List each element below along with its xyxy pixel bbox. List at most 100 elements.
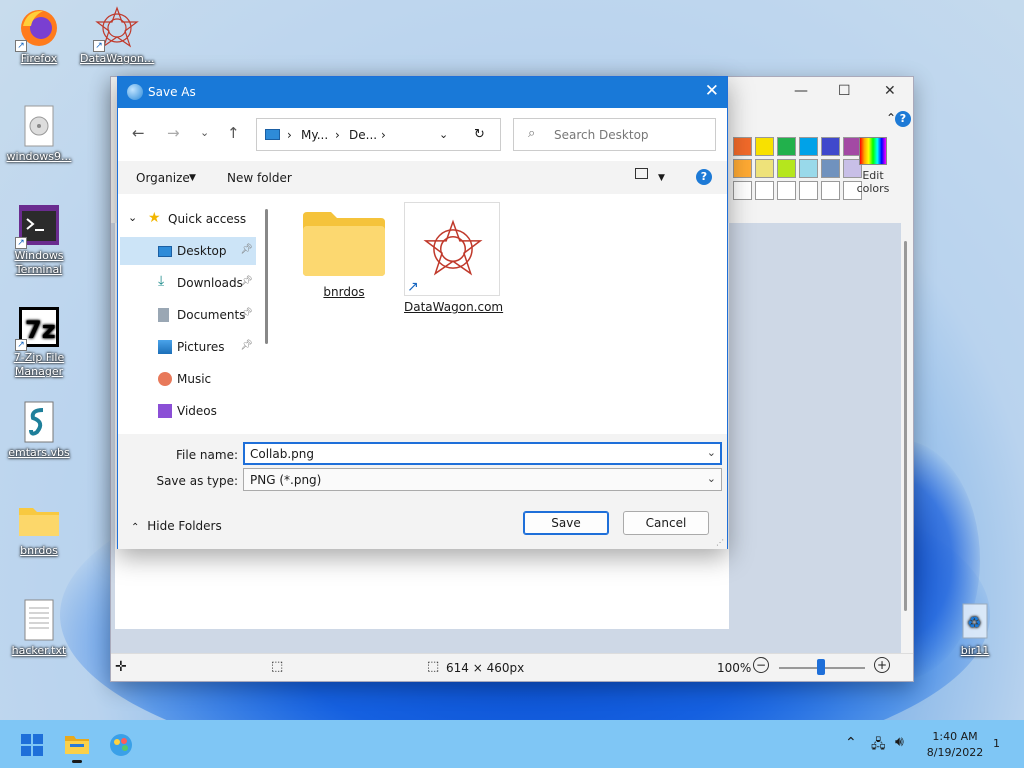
- dialog-toolbar: Organize ▼ New folder ▼ ?: [118, 161, 727, 194]
- paint-app-icon: [110, 734, 132, 756]
- color-swatch[interactable]: [733, 137, 752, 156]
- edit-colors-label: Edit colors: [856, 169, 890, 195]
- move-cursor-icon: ✛: [115, 659, 127, 675]
- nav-item-documents[interactable]: Documents 📌︎: [120, 301, 256, 329]
- file-item-label: bnrdos: [323, 285, 365, 299]
- file-name-value: Collab.png: [250, 447, 315, 461]
- color-swatch[interactable]: [821, 159, 840, 178]
- help-icon[interactable]: ?: [696, 169, 712, 185]
- color-swatch[interactable]: [755, 159, 774, 178]
- breadcrumb-item[interactable]: My...: [301, 128, 328, 142]
- nav-item-downloads[interactable]: ⤓ Downloads 📌︎: [120, 269, 256, 297]
- color-swatch[interactable]: [799, 181, 818, 200]
- nav-item-quick-access[interactable]: ⌄ ★ Quick access: [120, 205, 256, 233]
- nav-item-desktop[interactable]: Desktop 📌︎: [120, 237, 256, 265]
- color-swatch[interactable]: [777, 181, 796, 200]
- terminal-icon: ↗: [15, 203, 61, 249]
- help-icon[interactable]: ?: [895, 111, 911, 127]
- file-name-label: File name:: [176, 448, 238, 462]
- zoom-slider-thumb[interactable]: [817, 659, 825, 675]
- volume-icon[interactable]: 🔊︎: [895, 734, 904, 750]
- windows-logo-icon: [21, 734, 43, 756]
- color-swatch[interactable]: [755, 181, 774, 200]
- notification-badge[interactable]: 1: [993, 737, 1000, 750]
- desktop-icon-emtars[interactable]: emtars.vbs: [2, 400, 76, 460]
- desktop-icon-datawagon[interactable]: ↗ DataWagon...: [80, 6, 154, 66]
- cancel-button[interactable]: Cancel: [623, 511, 709, 535]
- refresh-icon[interactable]: ↻: [474, 127, 485, 142]
- clock-date: 8/19/2022: [926, 746, 984, 759]
- file-item-shortcut[interactable]: ↗ DataWagon.com: [404, 202, 504, 314]
- color-swatch[interactable]: [755, 137, 774, 156]
- address-dropdown-icon[interactable]: ⌄: [439, 128, 448, 141]
- organize-button[interactable]: Organize: [136, 171, 190, 185]
- desktop-icon-bnrdos[interactable]: bnrdos: [2, 498, 76, 558]
- desktop-icon-terminal[interactable]: ↗ Windows Terminal: [2, 203, 76, 277]
- save-button[interactable]: Save: [523, 511, 609, 535]
- color-swatch[interactable]: [733, 159, 752, 178]
- chevron-down-icon[interactable]: ▼: [658, 173, 665, 183]
- file-thumbnail: ↗: [404, 202, 500, 296]
- close-icon[interactable]: ✕: [884, 83, 896, 99]
- taskbar-paint[interactable]: [108, 732, 134, 758]
- color-swatch[interactable]: [799, 159, 818, 178]
- desktop-icon-label: hacker.txt: [11, 644, 67, 657]
- address-bar[interactable]: › My... › De... › ⌄ ↻: [256, 118, 501, 151]
- color-swatch[interactable]: [733, 181, 752, 200]
- zoom-out-button[interactable]: −: [753, 657, 769, 673]
- hide-folders-button[interactable]: ⌃ Hide Folders: [131, 519, 222, 533]
- navigation-pane: ⌄ ★ Quick access Desktop 📌︎ ⤓ Downloads …: [118, 194, 271, 434]
- file-item-label: DataWagon.com: [404, 300, 504, 314]
- recent-locations-chevron-icon[interactable]: ⌄: [200, 126, 209, 139]
- search-input[interactable]: Search Desktop: [554, 128, 649, 142]
- dialog-title-bar[interactable]: Save As ✕: [118, 77, 727, 108]
- nav-scrollbar[interactable]: [265, 209, 268, 344]
- pin-icon: 📌︎: [240, 244, 253, 255]
- maximize-icon[interactable]: ☐: [838, 83, 851, 99]
- file-name-input[interactable]: Collab.png ⌄: [243, 442, 722, 465]
- save-as-dialog[interactable]: Save As ✕ ← → ⌄ ↑ › My... › De... › ⌄ ↻ …: [117, 76, 728, 549]
- nav-item-pictures[interactable]: Pictures 📌︎: [120, 333, 256, 361]
- save-type-select[interactable]: PNG (*.png) ⌄: [243, 468, 722, 491]
- color-swatch[interactable]: [821, 181, 840, 200]
- desktop-icon-windows9[interactable]: windows9...: [2, 104, 76, 164]
- nav-item-label: Videos: [177, 404, 217, 418]
- zoom-in-button[interactable]: +: [874, 657, 890, 673]
- start-button[interactable]: [21, 734, 43, 756]
- view-options-icon[interactable]: [635, 168, 648, 179]
- nav-item-music[interactable]: Music: [120, 365, 256, 393]
- minimize-icon[interactable]: —: [794, 83, 808, 99]
- chevron-up-icon[interactable]: ⌃: [845, 735, 857, 751]
- file-item-folder[interactable]: bnrdos: [296, 210, 392, 299]
- color-swatch[interactable]: [777, 159, 796, 178]
- desktop-icon-recycle-bin[interactable]: ♻ bir11: [938, 598, 1012, 658]
- desktop-icon-firefox[interactable]: ↗ Firefox: [2, 6, 76, 66]
- edit-colors-button[interactable]: Edit colors: [851, 137, 895, 195]
- chevron-down-icon[interactable]: ⌄: [707, 446, 716, 459]
- new-folder-button[interactable]: New folder: [227, 171, 292, 185]
- taskbar-file-explorer[interactable]: [64, 732, 90, 763]
- desktop-icon-7zip[interactable]: 7z ↗ 7-Zip File Manager: [2, 305, 76, 379]
- forward-arrow-icon[interactable]: →: [167, 124, 180, 142]
- zoom-level: 100%: [717, 661, 752, 675]
- taskbar: ⌃ 🖧︎ 🔊︎ 1:40 AM 8/19/2022 1: [0, 720, 1024, 768]
- clock[interactable]: 1:40 AM 8/19/2022: [925, 729, 985, 761]
- network-icon[interactable]: 🖧︎: [871, 735, 886, 757]
- paint-status-bar: ✛ ⬚ ⬚ 614 × 460px 100% − +: [111, 653, 913, 681]
- nav-item-videos[interactable]: Videos: [120, 397, 256, 425]
- up-arrow-icon[interactable]: ↑: [227, 124, 240, 142]
- back-arrow-icon[interactable]: ←: [132, 124, 145, 142]
- chevron-down-icon[interactable]: ⌄: [707, 472, 716, 485]
- shortcut-arrow-icon: ↗: [15, 237, 27, 249]
- color-swatch[interactable]: [799, 137, 818, 156]
- resize-grip-icon[interactable]: ⋰: [716, 538, 724, 547]
- nav-item-label: Documents: [177, 308, 246, 322]
- close-icon[interactable]: ✕: [705, 81, 719, 101]
- folder-icon: [303, 212, 385, 276]
- breadcrumb-item[interactable]: De...: [349, 128, 377, 142]
- search-box[interactable]: ⌕ Search Desktop: [513, 118, 716, 151]
- desktop-icon-hacker[interactable]: hacker.txt: [2, 598, 76, 658]
- color-swatch[interactable]: [821, 137, 840, 156]
- vertical-scrollbar[interactable]: [904, 241, 907, 611]
- color-swatch[interactable]: [777, 137, 796, 156]
